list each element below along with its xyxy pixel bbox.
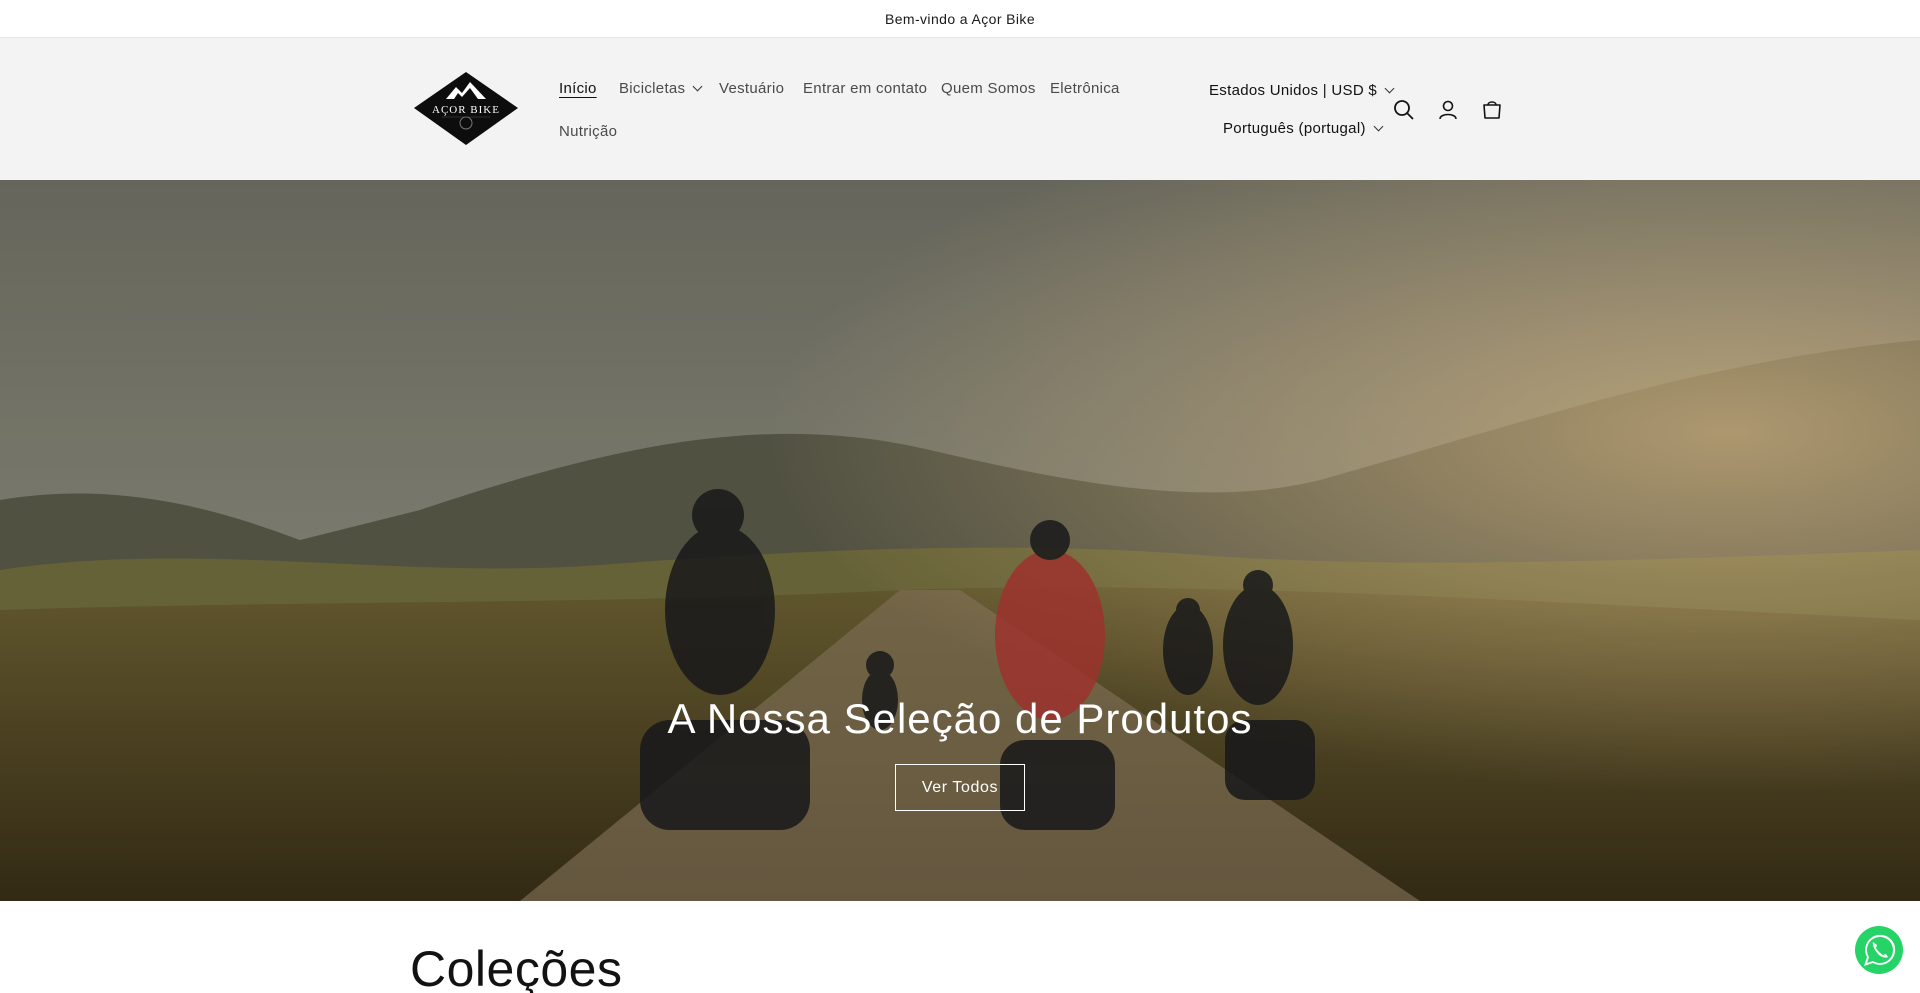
site-logo[interactable]: AÇOR BIKE — [412, 71, 520, 146]
announcement-text: Bem-vindo a Açor Bike — [884, 10, 1036, 27]
collections-heading: Coleções — [410, 941, 623, 993]
hero-banner: A Nossa Seleção de Produtos Ver Todos — [0, 180, 1920, 901]
nav-item-nutricao[interactable]: Nutrição — [559, 123, 617, 140]
logo-diamond: AÇOR BIKE — [414, 72, 518, 145]
announcement-bar: Bem-vindo a Açor Bike — [0, 0, 1920, 38]
nav-item-quem-somos[interactable]: Quem Somos — [941, 80, 1036, 97]
nav-item-inicio[interactable]: Início — [559, 80, 597, 97]
hero-title: A Nossa Seleção de Produtos — [667, 695, 1253, 742]
chevron-down-icon — [1384, 83, 1395, 94]
country-label: Estados Unidos | USD $ — [1209, 82, 1378, 99]
nav-item-label: Bicicletas — [619, 80, 686, 97]
search-icon[interactable] — [1390, 96, 1418, 124]
nav-item-eletronica[interactable]: Eletrônica — [1050, 80, 1120, 97]
chevron-down-icon — [1373, 121, 1384, 132]
whatsapp-icon[interactable] — [1853, 924, 1905, 976]
chevron-down-icon — [692, 81, 703, 92]
view-all-button[interactable]: Ver Todos — [895, 764, 1025, 811]
nav-item-vestuario[interactable]: Vestuário — [719, 80, 784, 97]
country-selector[interactable]: Estados Unidos | USD $ — [1209, 82, 1395, 99]
site-header: AÇOR BIKE Início Bicicletas Vestuário En… — [0, 38, 1920, 180]
nav-item-bicicletas[interactable]: Bicicletas — [619, 80, 703, 97]
nav-item-contato[interactable]: Entrar em contato — [803, 80, 927, 97]
language-label: Português (portugal) — [1223, 120, 1366, 137]
account-icon[interactable] — [1434, 96, 1462, 124]
logo-text: AÇOR BIKE — [432, 104, 500, 116]
cart-icon[interactable] — [1478, 96, 1506, 124]
language-selector[interactable]: Português (portugal) — [1223, 120, 1384, 137]
